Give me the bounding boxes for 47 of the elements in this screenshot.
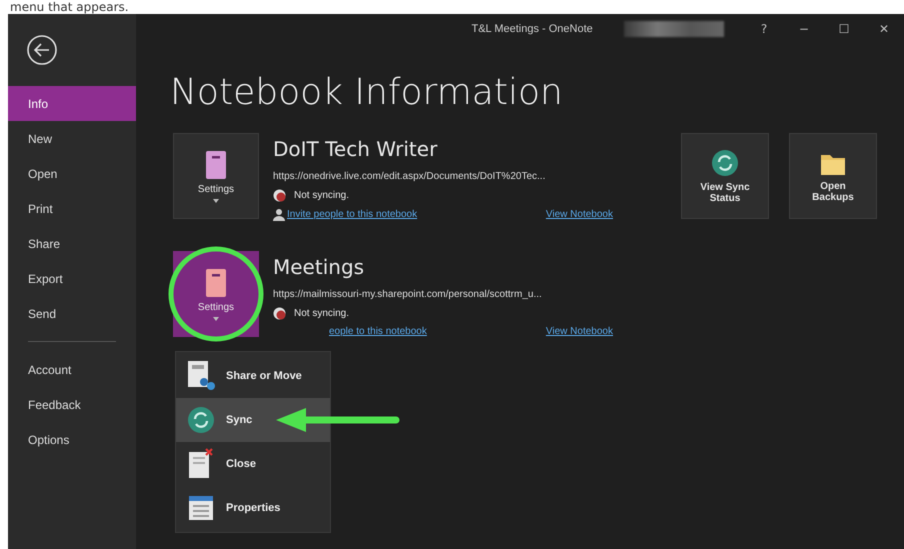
window-title: T&L Meetings - OneNote bbox=[472, 23, 593, 35]
sync-status: Not syncing. bbox=[294, 308, 350, 319]
caret-icon bbox=[213, 316, 219, 320]
window-control[interactable]: ✕ bbox=[864, 15, 904, 43]
notebook-close-icon bbox=[186, 448, 216, 480]
page-heading: Notebook Information bbox=[170, 72, 564, 113]
menu-item[interactable]: Sync bbox=[176, 398, 330, 442]
sidebar-item[interactable]: Options bbox=[8, 422, 136, 457]
notebook-share-icon bbox=[186, 360, 216, 392]
view-notebook-link[interactable]: View Notebook bbox=[546, 326, 613, 337]
properties-icon bbox=[186, 493, 216, 523]
sync-icon bbox=[710, 148, 740, 178]
caption-text: menu that appears. bbox=[9, 0, 130, 14]
sync-status: Not syncing. bbox=[294, 190, 350, 201]
sidebar-item[interactable]: Share bbox=[8, 226, 136, 261]
notebook-icon bbox=[204, 150, 228, 180]
menu-item[interactable]: Close bbox=[176, 442, 330, 486]
sidebar-item[interactable]: Print bbox=[8, 191, 136, 226]
notebook-title: DoIT Tech Writer bbox=[273, 137, 438, 161]
sync-icon bbox=[186, 405, 216, 435]
invite-link[interactable]: Invite people to this notebook bbox=[287, 209, 418, 220]
window-control[interactable]: ☐ bbox=[824, 15, 864, 43]
sidebar-item[interactable]: New bbox=[8, 121, 136, 156]
status-icon bbox=[273, 307, 286, 320]
window-control[interactable]: − bbox=[784, 15, 824, 43]
menu-item[interactable]: Share or Move bbox=[176, 354, 330, 398]
notebook-title: Meetings bbox=[273, 255, 366, 279]
sidebar-item[interactable]: Account bbox=[8, 352, 136, 387]
sidebar-item[interactable]: Info bbox=[8, 86, 136, 121]
status-icon bbox=[273, 189, 286, 202]
action-button[interactable]: View Sync Status bbox=[681, 133, 769, 219]
person-icon bbox=[273, 208, 285, 221]
sidebar-item[interactable]: Feedback bbox=[8, 387, 136, 422]
notebook-url: https://mailmissouri-my.sharepoint.com/personal/scottrm_u... bbox=[273, 289, 543, 300]
menu-item[interactable]: Properties bbox=[176, 486, 330, 530]
back-button[interactable] bbox=[26, 34, 58, 66]
settings-button[interactable]: Settings bbox=[173, 133, 259, 219]
invite-link[interactable]: eople to this notebook bbox=[329, 326, 427, 337]
window-control[interactable]: ? bbox=[744, 15, 784, 43]
sidebar-item[interactable]: Open bbox=[8, 156, 136, 191]
view-notebook-link[interactable]: View Notebook bbox=[546, 209, 613, 220]
notebook-icon bbox=[204, 268, 228, 298]
sidebar-item[interactable]: Send bbox=[8, 296, 136, 331]
notebook-url: https://onedrive.live.com/edit.aspx/Documents/DoIT%20Tec... bbox=[273, 171, 546, 182]
action-button[interactable]: Open Backups bbox=[789, 133, 877, 219]
caret-icon bbox=[213, 198, 219, 202]
sidebar-item[interactable]: Export bbox=[8, 261, 136, 296]
